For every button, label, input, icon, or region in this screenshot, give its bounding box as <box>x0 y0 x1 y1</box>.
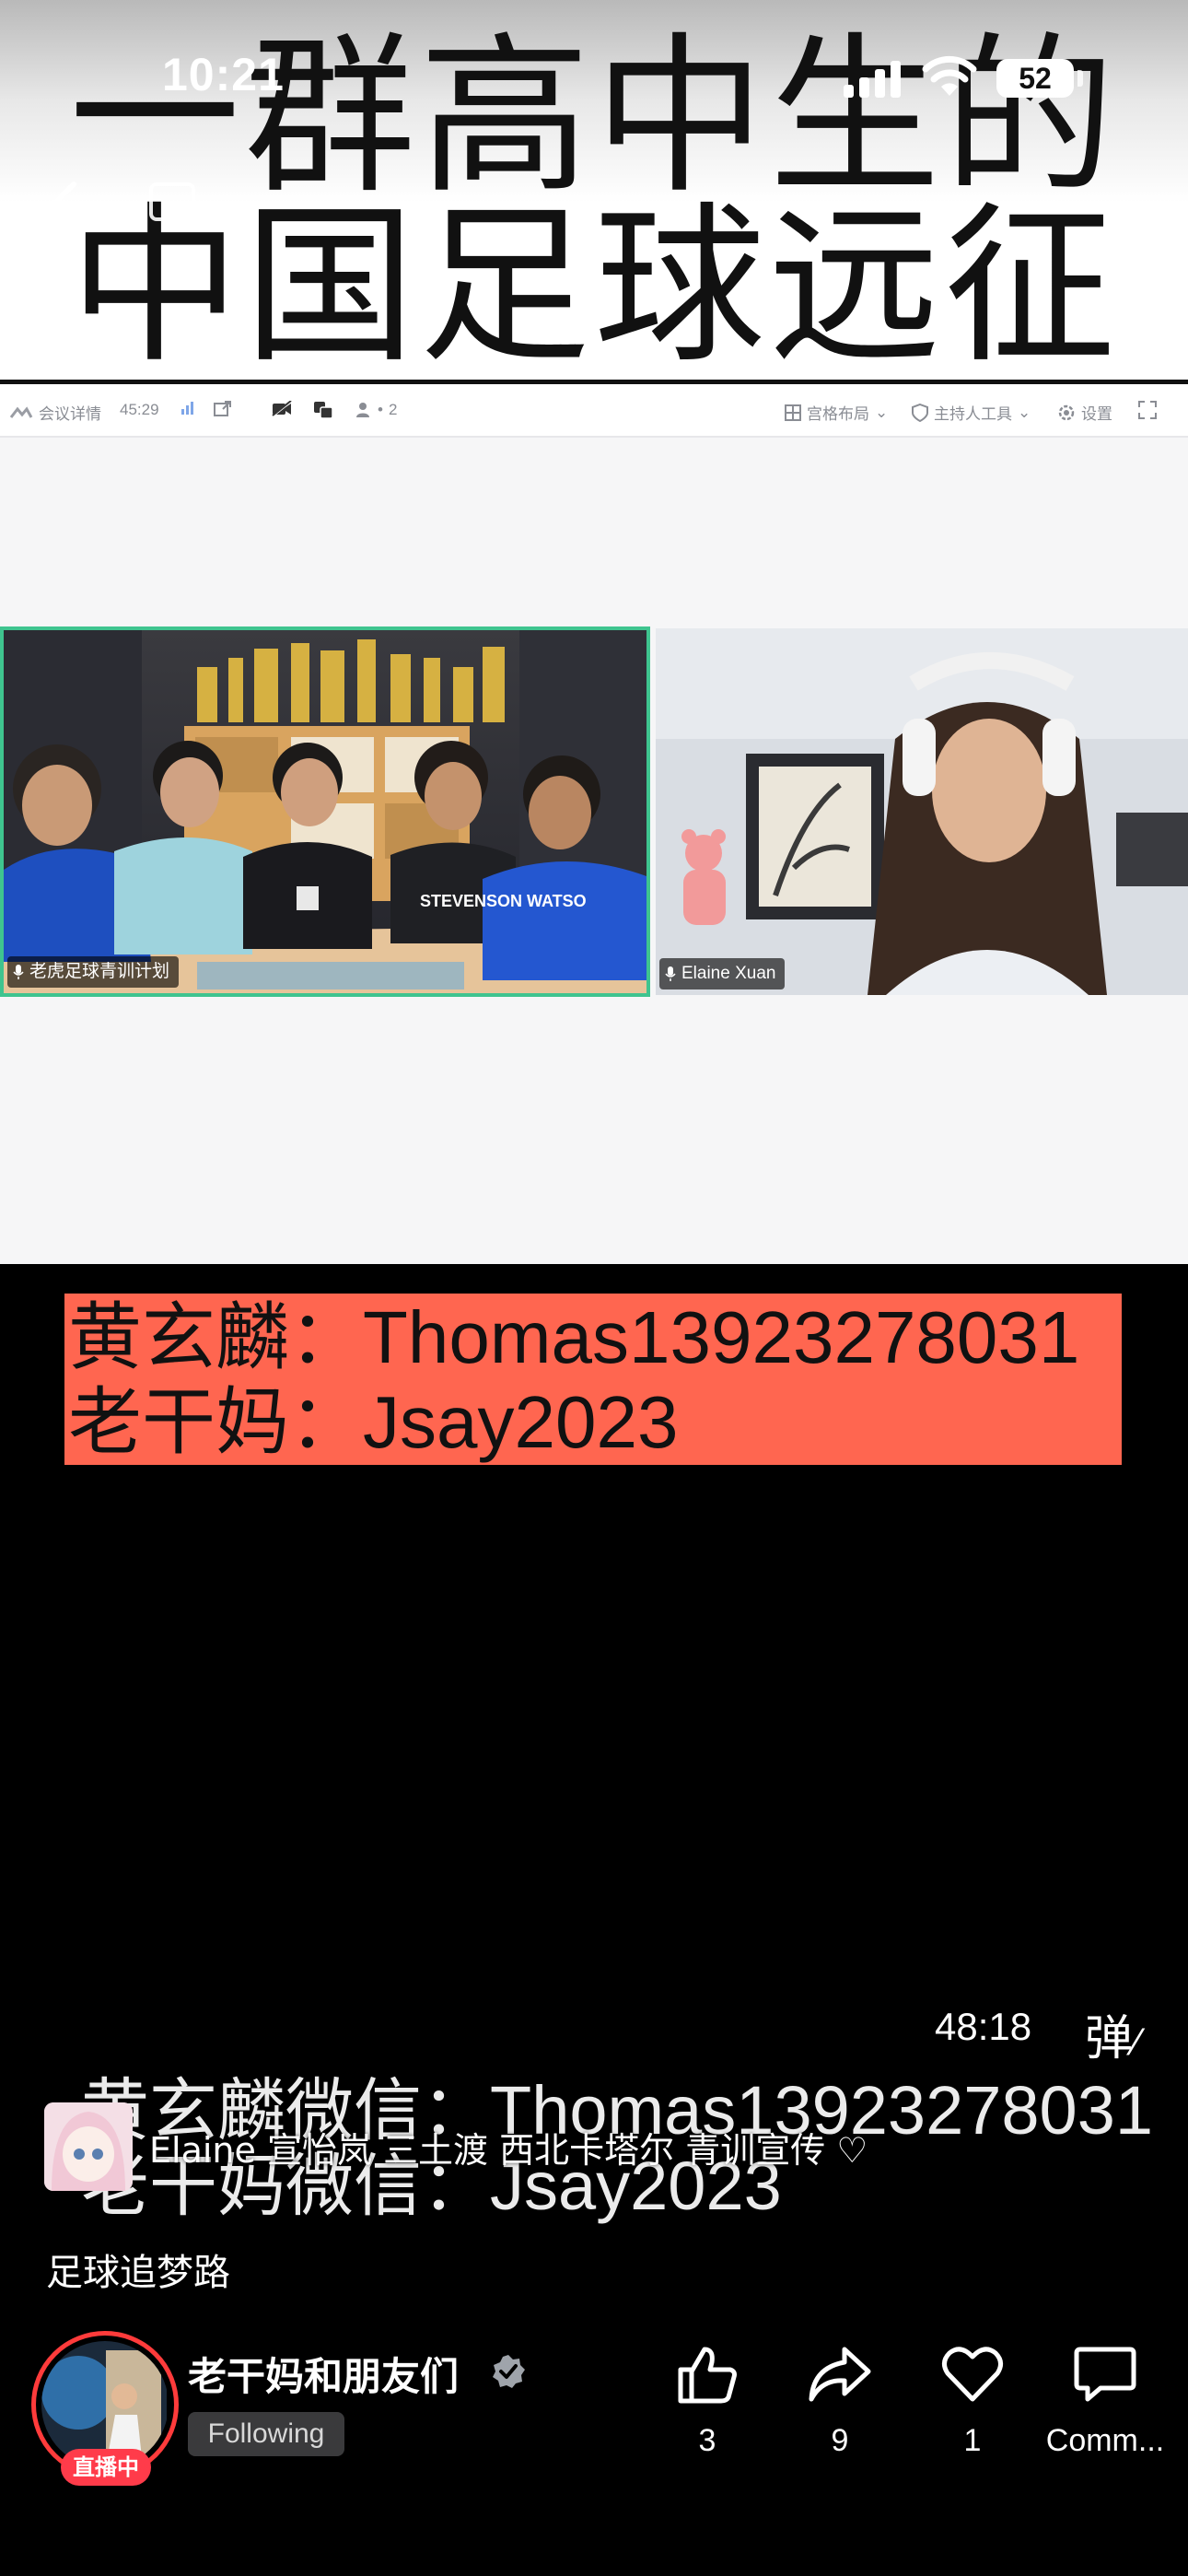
contact-line-1: 黄玄麟：Thomas13923278031 <box>68 1295 1122 1380</box>
tile-name-label: 老虎足球青训计划 <box>7 956 180 988</box>
microphone-icon <box>13 965 24 979</box>
like-count: 3 <box>698 2423 716 2458</box>
tile-name-text: Elaine Xuan <box>681 964 776 983</box>
elapsed-time: 48:18 <box>935 2005 1032 2048</box>
contact-line-1-label: 黄玄麟： <box>68 1294 363 1380</box>
contact-line-2: 老干妈：Jsay2023 <box>68 1380 1122 1465</box>
host-tools-menu[interactable]: 主持人工具 ⌄ <box>912 401 1031 424</box>
participants-icon <box>356 403 369 417</box>
layout-menu[interactable]: 宫格布局 ⌄ <box>785 401 888 424</box>
picture-in-picture-icon[interactable] <box>147 181 206 236</box>
team-video-feed: STEVENSON WATSO <box>4 630 646 993</box>
video-off-icon[interactable] <box>271 401 293 417</box>
comment-text: Elaine 宣怡岚 三土渡 西北卡塔尔 青训宣传 ♡ <box>149 2129 868 2171</box>
meeting-duration: 45:29 <box>120 401 159 418</box>
shield-icon <box>912 403 928 422</box>
verified-badge-icon <box>493 2355 525 2388</box>
share-screen-icon[interactable] <box>214 401 232 417</box>
battery-indicator: 52 <box>996 59 1074 98</box>
favorite-button[interactable]: 1 <box>908 2344 1037 2459</box>
participants[interactable]: • 2 <box>355 401 397 419</box>
settings-button[interactable]: 设置 <box>1057 401 1112 424</box>
elaine-video-feed <box>656 628 1188 995</box>
video-tile-team[interactable]: STEVENSON WATSO 老虎足球青训计划 <box>0 626 650 997</box>
like-button[interactable]: 3 <box>643 2344 772 2459</box>
status-time: 10:21 <box>162 49 285 100</box>
comment-icon <box>1074 2347 1136 2402</box>
live-comment[interactable]: Elaine 宣怡岚 三土渡 西北卡塔尔 青训宣传 ♡ <box>44 2102 868 2191</box>
microphone-icon <box>665 966 676 981</box>
chevron-down-icon: ⌄ <box>1018 403 1031 421</box>
tile-name-label: Elaine Xuan <box>659 958 786 989</box>
meeting-details-label: 会议详情 <box>39 405 101 423</box>
comment-button[interactable]: Comm... <box>1041 2344 1170 2459</box>
share-icon <box>809 2347 871 2402</box>
wifi-icon <box>922 55 977 96</box>
following-button[interactable]: Following <box>188 2412 344 2456</box>
contact-line-1-value: Thomas13923278031 <box>363 1296 1080 1378</box>
favorite-count: 1 <box>963 2423 982 2458</box>
translate-icon[interactable] <box>313 401 333 419</box>
battery-tip <box>1077 70 1083 87</box>
grid-layout-icon <box>785 404 801 421</box>
video-caption: 足球追梦路 <box>46 2252 230 2294</box>
contact-line-2-label: 老干妈： <box>68 1379 363 1465</box>
chevron-down-icon: ⌄ <box>875 403 889 421</box>
danmu-label: 弹 <box>1085 2011 1134 2067</box>
live-badge: 直播中 <box>61 2449 151 2486</box>
thumbs-up-icon <box>678 2347 737 2404</box>
gear-icon <box>1058 404 1075 420</box>
share-count: 9 <box>831 2423 849 2458</box>
meeting-toolbar: 会议详情 45:29 • 2 宫格布局 ⌄ 主持人工具 ⌄ 设置 <box>0 384 1188 438</box>
meeting-details[interactable]: 会议详情 <box>9 401 101 424</box>
comment-count: Comm... <box>1045 2423 1165 2458</box>
layout-label: 宫格布局 <box>807 405 869 423</box>
settings-label: 设置 <box>1081 405 1112 423</box>
contact-line-2-value: Jsay2023 <box>363 1381 679 1463</box>
host-name[interactable]: 老干妈和朋友们 <box>188 2346 459 2402</box>
fullscreen-icon[interactable] <box>1138 401 1157 419</box>
tile-name-text: 老虎足球青训计划 <box>29 962 170 981</box>
video-tile-elaine[interactable]: Elaine Xuan <box>656 628 1188 995</box>
commenter-avatar[interactable] <box>44 2102 133 2191</box>
jersey-text: STEVENSON WATSO <box>420 892 587 910</box>
host-tools-label: 主持人工具 <box>934 405 1012 423</box>
share-button[interactable]: 9 <box>775 2344 904 2459</box>
participant-count: 2 <box>388 401 398 418</box>
tencent-meeting-logo-icon <box>9 405 33 418</box>
back-icon[interactable] <box>44 179 81 234</box>
contact-info-banner: 黄玄麟：Thomas13923278031 老干妈：Jsay2023 <box>64 1294 1122 1465</box>
network-signal-icon <box>181 401 195 416</box>
heart-icon <box>942 2347 1003 2402</box>
cellular-signal-icon <box>844 59 903 98</box>
danmu-toggle-icon[interactable]: 弹⁄ <box>1085 1999 1138 2068</box>
